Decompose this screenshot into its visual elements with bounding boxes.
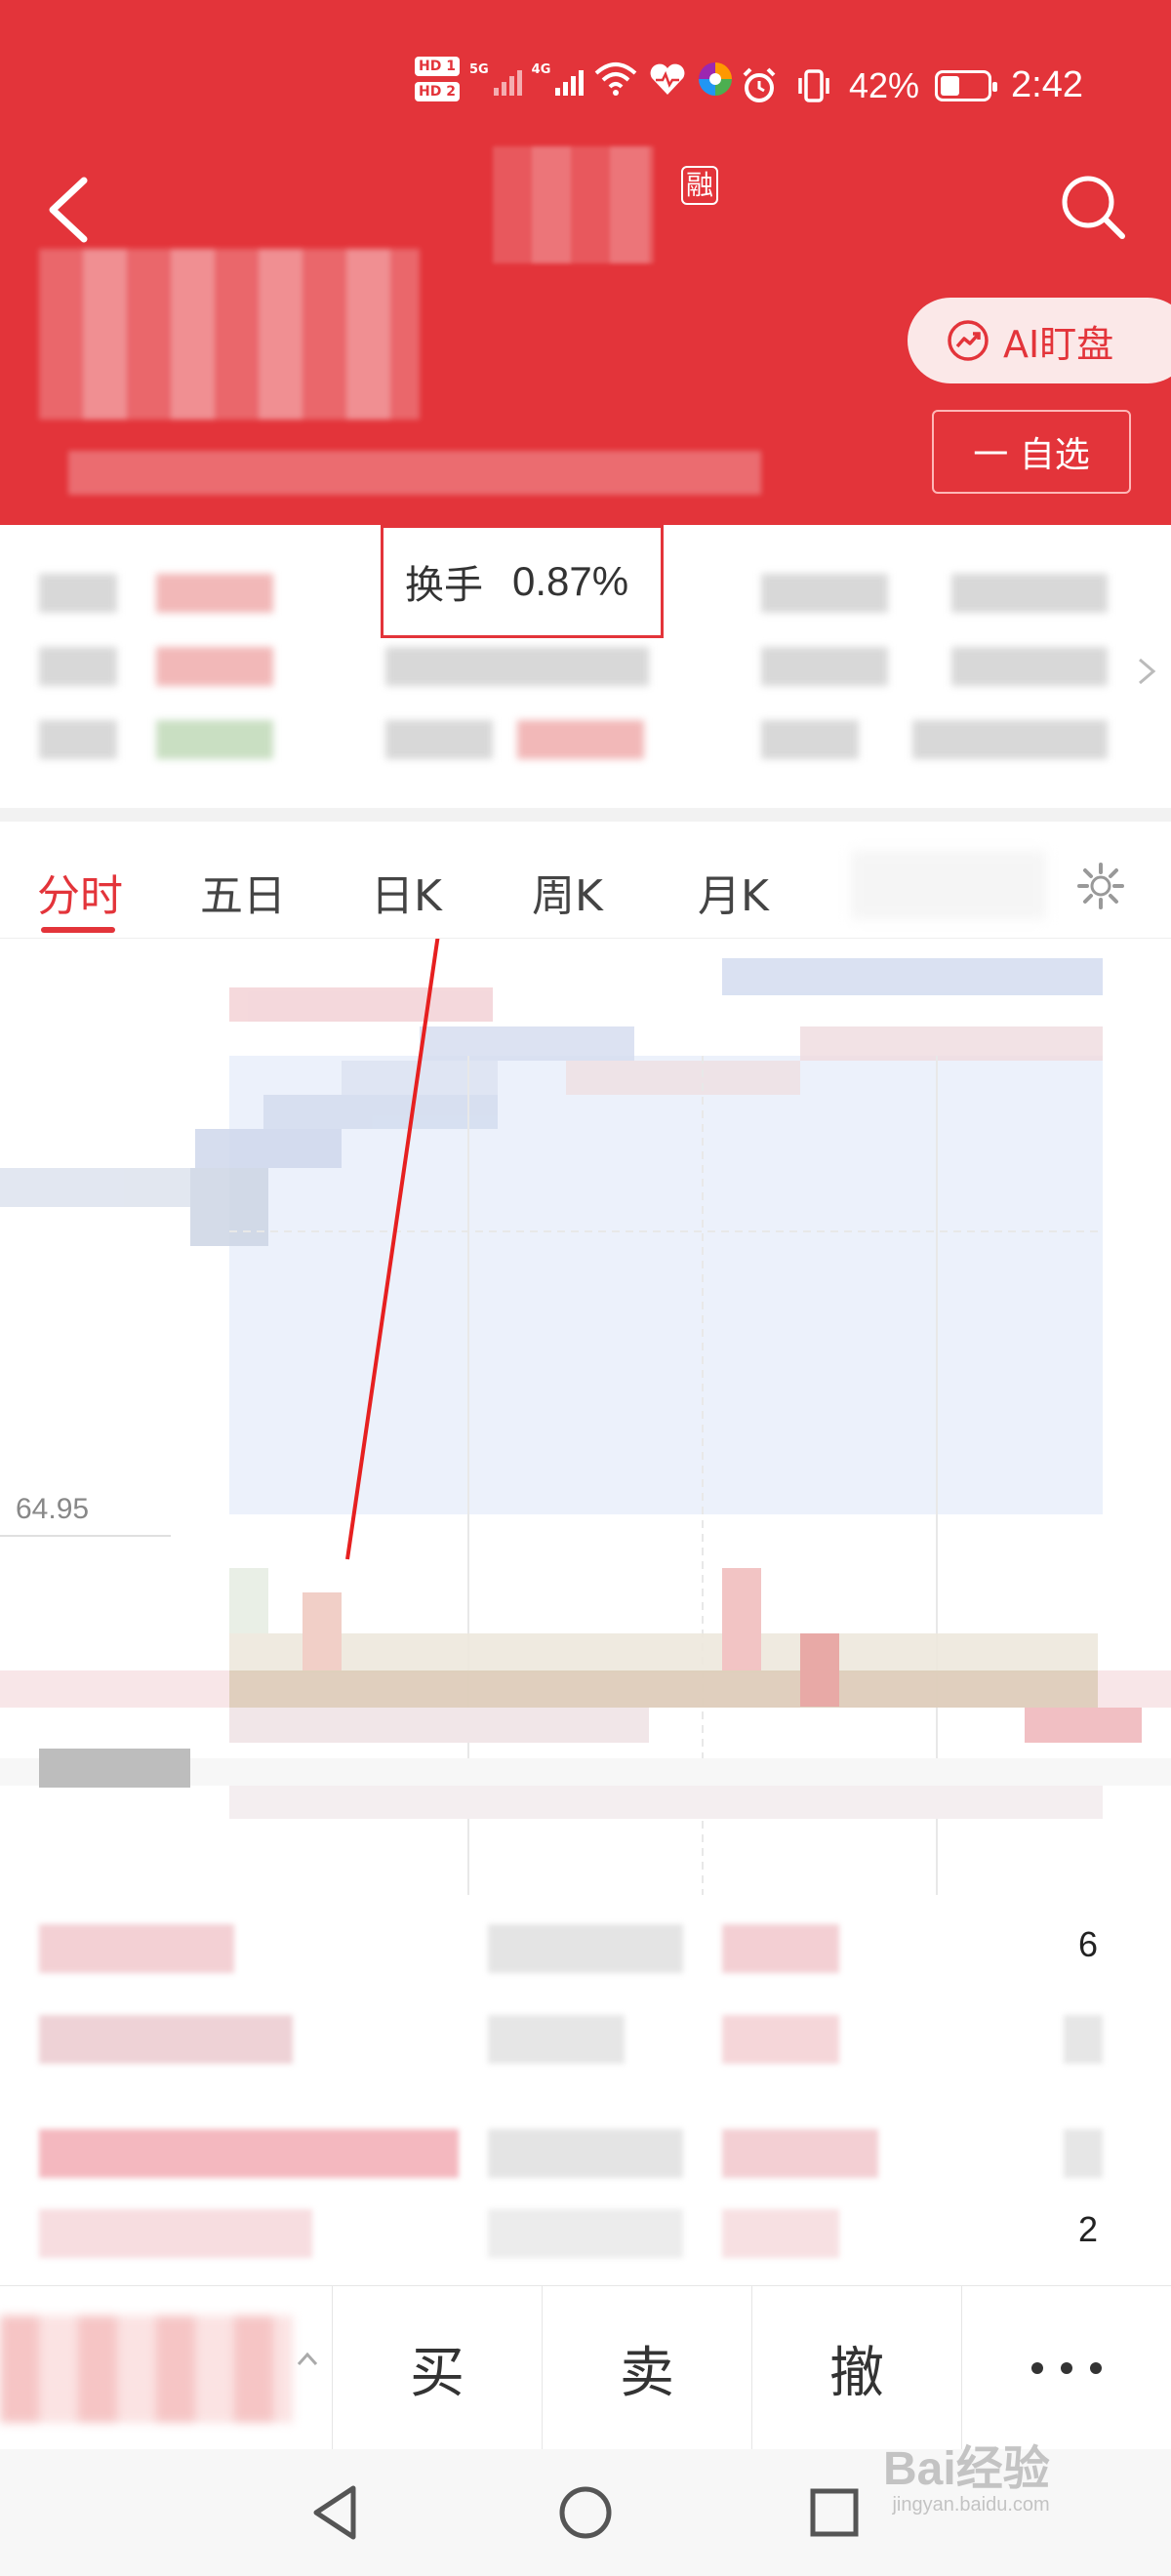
battery-percent: 42% xyxy=(848,64,920,105)
turnover-value: 0.87% xyxy=(512,558,629,604)
stat-value-redacted xyxy=(517,720,644,759)
ai-watch-button[interactable]: AI盯盘 xyxy=(908,298,1171,383)
stat-label-redacted xyxy=(385,720,493,759)
recents-square-icon[interactable] xyxy=(800,2478,868,2547)
list-item xyxy=(39,2015,1142,2064)
color-wheel-app-icon xyxy=(699,62,733,96)
order-book-redacted: 6 2 xyxy=(0,1895,1171,2285)
stat-label-redacted xyxy=(39,720,117,759)
chart-period-tabs: 分时 五日 日K 周K 月K xyxy=(0,822,1171,939)
sim1-badge: HD 1 xyxy=(415,57,460,76)
ai-watch-label: AI盯盘 xyxy=(1003,322,1114,366)
network-5g-label: 5G xyxy=(468,62,489,77)
stat-label-redacted xyxy=(39,574,117,613)
buy-button[interactable]: 买 xyxy=(332,2286,542,2450)
search-icon[interactable] xyxy=(1054,168,1132,246)
tab-weekly-k[interactable]: 周K xyxy=(532,861,603,923)
trade-bar: 买 卖 撤 xyxy=(0,2285,1171,2450)
turnover-highlight: 换手 0.87% xyxy=(381,525,664,638)
network-4g-label: 4G xyxy=(531,62,551,77)
price-redacted xyxy=(39,249,420,420)
stat-value-redacted xyxy=(156,720,273,759)
sell-label: 卖 xyxy=(620,2341,674,2405)
home-circle-icon[interactable] xyxy=(551,2478,620,2547)
quote-panel[interactable]: 换手 0.87% xyxy=(0,525,1171,808)
order-count: 2 xyxy=(1077,2209,1098,2249)
list-item: 6 xyxy=(39,1924,1142,1973)
gear-icon[interactable] xyxy=(1073,859,1128,913)
chart-canvas xyxy=(0,939,1171,1895)
stat-label-redacted xyxy=(761,720,859,759)
turnover-label: 换手 xyxy=(405,563,483,608)
stock-name-redacted xyxy=(493,146,654,263)
chevron-right-icon[interactable] xyxy=(1132,652,1161,691)
cancel-label: 撤 xyxy=(829,2341,884,2405)
tab-five-day[interactable]: 五日 xyxy=(200,861,286,923)
active-tab-indicator xyxy=(41,927,115,933)
alarm-icon xyxy=(743,67,776,102)
back-icon[interactable] xyxy=(35,171,103,249)
order-count: 6 xyxy=(1077,1924,1098,1964)
signal-5g-icon: 5G xyxy=(469,62,522,96)
stat-value-redacted xyxy=(156,574,273,613)
stat-label-redacted xyxy=(39,647,117,686)
more-button[interactable] xyxy=(961,2286,1171,2450)
buy-label: 买 xyxy=(410,2341,464,2405)
device-status: 42% 2:42 xyxy=(740,64,1083,106)
watchlist-label: 一 自选 xyxy=(973,435,1090,475)
stat-value-redacted xyxy=(912,720,1108,759)
tab-monthly-k[interactable]: 月K xyxy=(698,861,769,923)
stat-value-redacted xyxy=(951,647,1108,686)
tab-daily-k[interactable]: 日K xyxy=(371,861,442,923)
chevron-up-icon[interactable] xyxy=(293,2345,322,2374)
stat-label-redacted xyxy=(761,647,888,686)
battery-icon xyxy=(935,69,998,101)
margin-trading-badge: 融 xyxy=(681,166,719,205)
heart-rate-icon xyxy=(650,63,685,95)
stat-redacted xyxy=(385,647,649,686)
sim2-badge: HD 2 xyxy=(415,82,460,101)
wifi-icon xyxy=(595,62,637,96)
list-item: 2 xyxy=(39,2209,1142,2258)
intraday-chart[interactable]: 64.95 xyxy=(0,939,1171,1895)
network-status: HD 1 HD 2 5G 4G xyxy=(415,57,734,101)
volume-bars-redacted xyxy=(0,1568,1171,1819)
stat-value-redacted xyxy=(156,647,273,686)
price-axis-label: 64.95 xyxy=(16,1493,90,1525)
watermark-brand: Bai经验 xyxy=(883,2443,1050,2495)
clock-time: 2:42 xyxy=(1011,64,1083,105)
list-item xyxy=(39,2129,1142,2178)
stock-header: HD 1 HD 2 5G 4G 42% 2:42 融 AI盯盘 一 自选 xyxy=(0,0,1171,525)
sell-button[interactable]: 卖 xyxy=(542,2286,751,2450)
change-redacted xyxy=(68,451,761,495)
cancel-order-button[interactable]: 撤 xyxy=(751,2286,961,2450)
add-to-watchlist-button[interactable]: 一 自选 xyxy=(932,410,1131,494)
baidu-jingyan-watermark: Bai经验 jingyan.baidu.com xyxy=(883,2430,1050,2516)
watermark-domain: jingyan.baidu.com xyxy=(892,2494,1050,2516)
trend-chart-icon xyxy=(948,320,989,361)
stat-value-redacted xyxy=(951,574,1108,613)
back-triangle-icon[interactable] xyxy=(303,2478,371,2547)
tab-redacted xyxy=(851,851,1046,919)
vibrate-icon xyxy=(798,68,829,102)
status-bar: HD 1 HD 2 5G 4G 42% 2:42 xyxy=(0,0,1171,146)
signal-4g-icon: 4G xyxy=(532,62,585,96)
position-redacted xyxy=(0,2315,293,2423)
sim-badges: HD 1 HD 2 xyxy=(415,57,460,101)
tab-intraday[interactable]: 分时 xyxy=(37,861,123,923)
section-divider xyxy=(0,808,1171,822)
stat-label-redacted xyxy=(761,574,888,613)
more-dots-icon xyxy=(1031,2362,1102,2374)
battery-fill xyxy=(941,75,960,96)
